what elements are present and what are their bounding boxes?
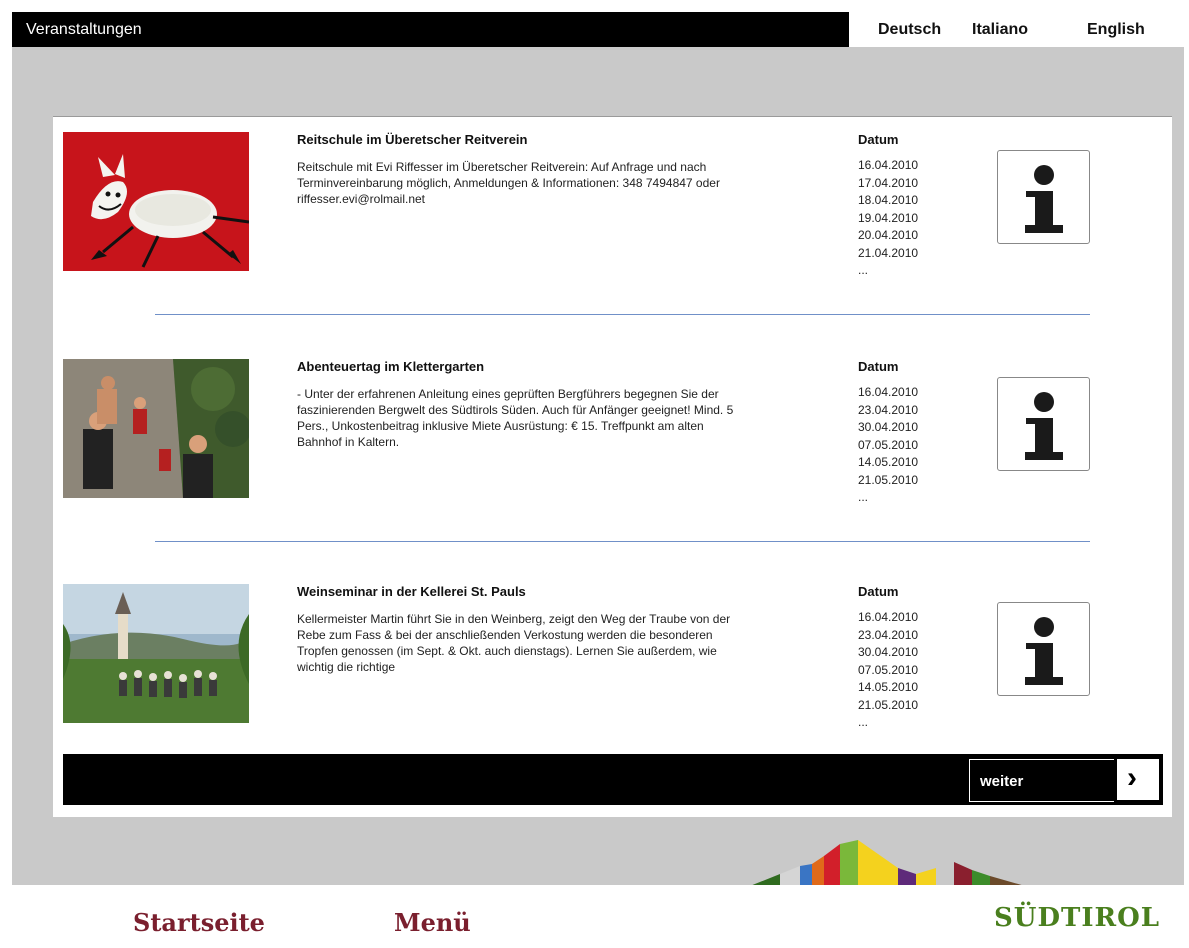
right-edge bbox=[1184, 0, 1189, 948]
events-panel: Reitschule im Überetscher Reitverein Rei… bbox=[53, 117, 1172, 817]
date-item: 17.04.2010 bbox=[858, 175, 919, 190]
event-image-vineyard[interactable] bbox=[63, 584, 249, 723]
date-item: 14.05.2010 bbox=[858, 455, 919, 469]
event-dates: 16.04.2010 17.04.2010 18.04.2010 19.04.2… bbox=[858, 157, 918, 280]
info-button[interactable] bbox=[997, 150, 1090, 244]
date-more: ... bbox=[858, 490, 869, 504]
date-item: 21.05.2010 bbox=[858, 697, 919, 712]
header-bar: Veranstaltungen bbox=[12, 12, 849, 47]
pagination-bar: weiter › bbox=[63, 754, 1163, 805]
date-item: 30.04.2010 bbox=[858, 420, 919, 434]
event-description: - Unter der erfahrenen Anleitung eines g… bbox=[297, 387, 734, 449]
date-more: ... bbox=[858, 715, 869, 729]
chevron-right-icon: › bbox=[1127, 761, 1137, 794]
date-item: 19.04.2010 bbox=[858, 210, 919, 225]
next-label: weiter bbox=[980, 773, 1024, 790]
date-item: 16.04.2010 bbox=[858, 610, 919, 624]
info-icon-base bbox=[1025, 452, 1063, 460]
datum-label: Datum bbox=[858, 132, 899, 147]
date-item: 20.04.2010 bbox=[858, 228, 919, 242]
info-icon-cap bbox=[1026, 191, 1038, 197]
date-item: 07.05.2010 bbox=[858, 662, 919, 677]
language-bar: Deutsch Italiano English bbox=[849, 12, 1184, 47]
date-item: 21.04.2010 bbox=[858, 245, 919, 260]
date-item: 30.04.2010 bbox=[858, 645, 919, 659]
lang-italiano[interactable]: Italiano bbox=[972, 21, 1028, 39]
left-edge bbox=[0, 0, 12, 948]
event-dates: 16.04.2010 23.04.2010 30.04.2010 07.05.2… bbox=[858, 384, 918, 507]
divider bbox=[155, 314, 1090, 315]
event-title[interactable]: Reitschule im Überetscher Reitverein bbox=[297, 132, 527, 147]
info-button[interactable] bbox=[997, 377, 1090, 471]
divider bbox=[155, 541, 1090, 542]
event-description: Kellermeister Martin führt Sie in den We… bbox=[297, 612, 731, 674]
event-title[interactable]: Weinseminar in der Kellerei St. Pauls bbox=[297, 584, 526, 599]
info-button[interactable] bbox=[997, 602, 1090, 696]
next-button[interactable]: weiter bbox=[969, 759, 1114, 802]
lang-english[interactable]: English bbox=[1087, 21, 1145, 39]
suedtirol-logo-text: SÜDTIROL bbox=[994, 903, 1161, 933]
info-icon-cap bbox=[1026, 418, 1038, 424]
date-more: ... bbox=[858, 263, 869, 277]
event-title[interactable]: Abenteuertag im Klettergarten bbox=[297, 359, 484, 374]
top-edge bbox=[0, 0, 1189, 12]
info-icon bbox=[1034, 617, 1054, 637]
date-item: 07.05.2010 bbox=[858, 437, 919, 452]
info-icon bbox=[1034, 392, 1054, 412]
datum-label: Datum bbox=[858, 359, 899, 374]
footer: Startseite Menü SÜDTIROL bbox=[12, 885, 1184, 948]
date-item: 16.04.2010 bbox=[858, 385, 919, 399]
info-icon bbox=[1034, 165, 1054, 185]
nav-startseite[interactable]: Startseite bbox=[133, 908, 265, 937]
info-icon-cap bbox=[1026, 643, 1038, 649]
event-dates: 16.04.2010 23.04.2010 30.04.2010 07.05.2… bbox=[858, 609, 918, 732]
lang-deutsch[interactable]: Deutsch bbox=[878, 21, 941, 39]
info-icon-base bbox=[1025, 225, 1063, 233]
date-item: 18.04.2010 bbox=[858, 193, 919, 207]
event-description: Reitschule mit Evi Riffesser im Überetsc… bbox=[297, 160, 720, 206]
date-item: 14.05.2010 bbox=[858, 680, 919, 694]
date-item: 21.05.2010 bbox=[858, 472, 919, 487]
page-title: Veranstaltungen bbox=[26, 21, 142, 38]
date-item: 16.04.2010 bbox=[858, 158, 919, 172]
datum-label: Datum bbox=[858, 584, 899, 599]
next-arrow-button[interactable]: › bbox=[1117, 759, 1159, 800]
event-image-climbing[interactable] bbox=[63, 359, 249, 498]
date-item: 23.04.2010 bbox=[858, 402, 919, 417]
nav-menu[interactable]: Menü bbox=[394, 908, 471, 937]
info-icon-base bbox=[1025, 677, 1063, 685]
event-image-horse[interactable] bbox=[63, 132, 249, 271]
date-item: 23.04.2010 bbox=[858, 627, 919, 642]
